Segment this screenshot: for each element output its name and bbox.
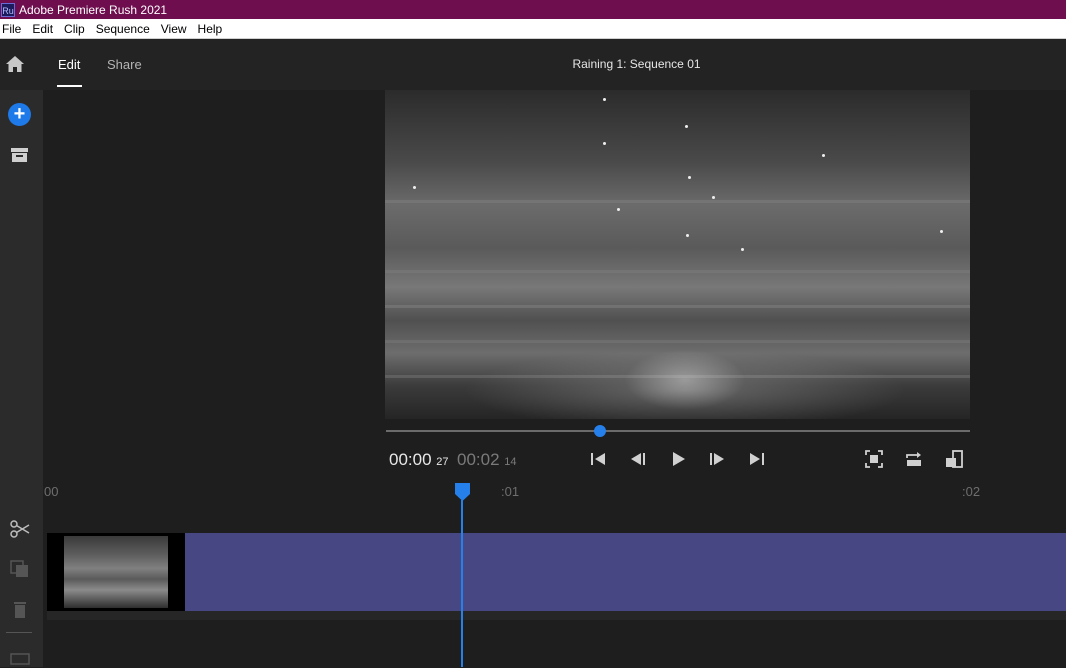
captions-icon[interactable] <box>10 650 30 668</box>
menu-clip[interactable]: Clip <box>62 22 91 36</box>
menu-bar: File Edit Clip Sequence View Help <box>0 19 1066 39</box>
current-timecode: 00:00 27 <box>389 450 449 469</box>
app-icon: Ru <box>1 2 15 17</box>
window-title: Adobe Premiere Rush 2021 <box>19 2 168 17</box>
playback-scrubber[interactable] <box>386 430 970 432</box>
menu-help[interactable]: Help <box>196 22 229 36</box>
clip-thumbnail-image <box>64 536 168 608</box>
scissors-icon[interactable] <box>10 520 30 538</box>
ruler-mark-2: :02 <box>962 484 981 499</box>
ruler-mark-0: 00 <box>44 484 59 499</box>
step-forward-icon[interactable] <box>708 450 726 468</box>
aspect-ratio-icon[interactable] <box>945 450 963 468</box>
go-to-start-icon[interactable] <box>589 450 607 468</box>
playhead-line[interactable] <box>461 500 463 667</box>
video-preview <box>385 90 970 419</box>
add-media-icon[interactable]: + <box>8 103 31 126</box>
menu-view[interactable]: View <box>159 22 193 36</box>
menu-edit[interactable]: Edit <box>30 22 59 36</box>
video-track[interactable] <box>47 533 1066 611</box>
sequence-title: Raining 1: Sequence 01 <box>572 57 701 71</box>
tab-edit-underline <box>57 85 82 87</box>
archive-icon[interactable] <box>11 148 28 162</box>
menu-file[interactable]: File <box>0 22 27 36</box>
go-to-end-icon[interactable] <box>748 450 766 468</box>
scrubber-handle[interactable] <box>594 425 606 437</box>
track-lower-area <box>47 611 1066 620</box>
top-bar: Edit Share Raining 1: Sequence 01 <box>0 39 1066 90</box>
play-icon[interactable] <box>669 450 687 468</box>
fullscreen-icon[interactable] <box>865 450 883 468</box>
left-toolbar: + <box>0 90 43 667</box>
trash-icon[interactable] <box>10 600 30 618</box>
total-duration: 00:02 14 <box>457 450 517 469</box>
step-back-icon[interactable] <box>629 450 647 468</box>
duplicate-icon[interactable] <box>10 560 30 578</box>
title-bar: Ru Adobe Premiere Rush 2021 <box>0 0 1066 19</box>
ruler-mark-1: :01 <box>501 484 520 499</box>
loop-icon[interactable] <box>905 450 923 468</box>
clip-thumbnail[interactable] <box>47 533 185 611</box>
playhead-handle[interactable] <box>455 483 470 501</box>
toolbar-separator <box>6 632 32 633</box>
menu-sequence[interactable]: Sequence <box>94 22 156 36</box>
